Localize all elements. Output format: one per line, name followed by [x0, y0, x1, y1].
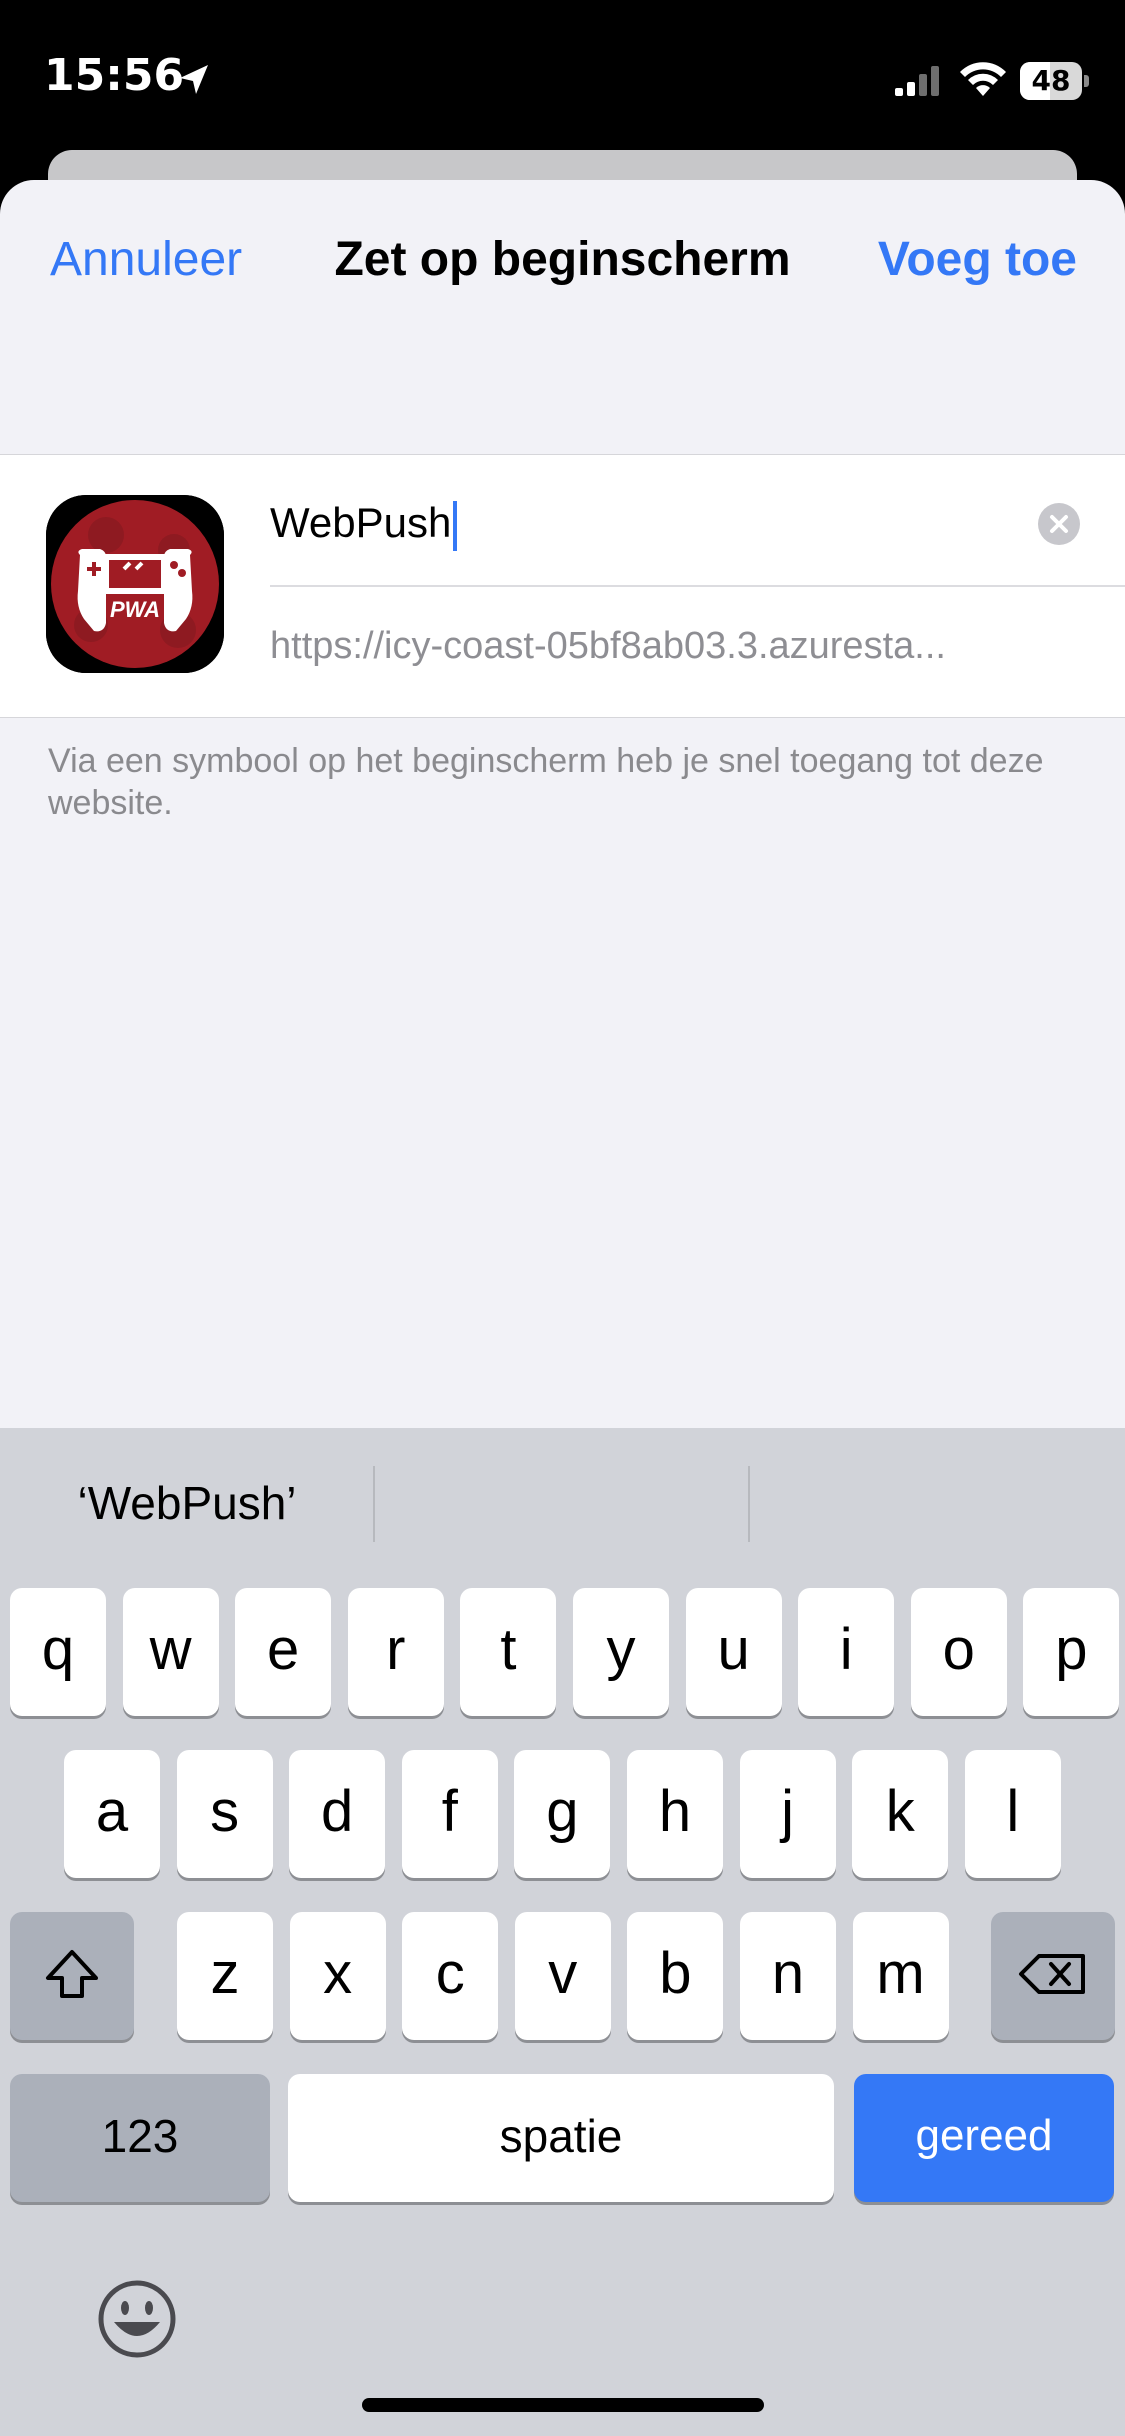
- url-label: https://icy-coast-05bf8ab03.3.azuresta..…: [270, 625, 946, 667]
- key-g[interactable]: g: [514, 1750, 611, 1878]
- key-f[interactable]: f: [401, 1750, 498, 1878]
- home-indicator: [362, 2398, 764, 2412]
- done-key[interactable]: gereed: [854, 2074, 1114, 2202]
- name-input[interactable]: WebPush: [270, 493, 1040, 553]
- key-y[interactable]: y: [573, 1588, 669, 1716]
- predictive-text-bar: ‘WebPush’: [0, 1428, 1125, 1578]
- key-n[interactable]: n: [740, 1912, 836, 2040]
- add-to-home-sheet: Zet op beginscherm Annuleer Voeg toe PWA…: [0, 180, 1125, 1430]
- backspace-key[interactable]: [991, 1912, 1115, 2040]
- key-t[interactable]: t: [460, 1588, 557, 1716]
- key-k[interactable]: k: [852, 1750, 949, 1878]
- key-r[interactable]: r: [347, 1588, 444, 1716]
- suggestion-1[interactable]: ‘WebPush’: [0, 1468, 374, 1538]
- svg-text:PWA: PWA: [110, 597, 160, 622]
- clear-text-button[interactable]: [1038, 503, 1080, 545]
- backspace-icon: [1019, 1954, 1085, 1994]
- shift-key[interactable]: [10, 1912, 134, 2040]
- key-x[interactable]: x: [289, 1912, 386, 2040]
- key-u[interactable]: u: [685, 1588, 782, 1716]
- key-m[interactable]: m: [852, 1912, 949, 2040]
- key-a[interactable]: a: [64, 1750, 160, 1878]
- cancel-button[interactable]: Annuleer: [50, 232, 242, 287]
- wifi-icon: [960, 62, 1006, 96]
- key-z[interactable]: z: [177, 1912, 273, 2040]
- key-s[interactable]: s: [176, 1750, 273, 1878]
- key-c[interactable]: c: [402, 1912, 499, 2040]
- status-bar: 15:56 48: [0, 0, 1125, 150]
- location-arrow-icon: [180, 65, 208, 94]
- app-icon: PWA: [46, 495, 224, 673]
- shift-arrow-icon: [46, 1950, 98, 1998]
- suggestion-2[interactable]: [375, 1468, 749, 1538]
- key-b[interactable]: b: [627, 1912, 724, 2040]
- bookmark-card: PWA WebPush https://icy-coast-05bf8ab03.…: [0, 454, 1125, 718]
- key-e[interactable]: e: [235, 1588, 332, 1716]
- suggestion-3[interactable]: [750, 1468, 1124, 1538]
- add-button[interactable]: Voeg toe: [878, 232, 1077, 287]
- key-v[interactable]: v: [514, 1912, 611, 2040]
- key-l[interactable]: l: [964, 1750, 1061, 1878]
- key-q[interactable]: q: [10, 1588, 106, 1716]
- clear-x-icon: [1050, 515, 1068, 533]
- field-divider: [270, 585, 1125, 587]
- key-p[interactable]: p: [1023, 1588, 1120, 1716]
- key-h[interactable]: h: [627, 1750, 723, 1878]
- key-w[interactable]: w: [122, 1588, 219, 1716]
- cellular-signal-icon: [895, 66, 939, 96]
- key-i[interactable]: i: [798, 1588, 895, 1716]
- pwa-gamepad-icon: PWA: [46, 495, 224, 673]
- battery-percentage: 48: [1031, 64, 1071, 97]
- key-j[interactable]: j: [739, 1750, 836, 1878]
- key-d[interactable]: d: [289, 1750, 386, 1878]
- text-cursor: [453, 500, 458, 551]
- footnote-text: Via een symbool op het beginscherm heb j…: [48, 742, 1044, 822]
- emoji-icon[interactable]: [96, 2278, 178, 2360]
- status-time: 15:56: [44, 50, 185, 101]
- key-o[interactable]: o: [910, 1588, 1007, 1716]
- battery-indicator: 48: [1020, 62, 1090, 100]
- name-input-value: WebPush: [270, 499, 452, 546]
- numbers-key[interactable]: 123: [10, 2074, 270, 2202]
- battery-cap: [1084, 75, 1089, 87]
- space-key[interactable]: spatie: [288, 2074, 834, 2202]
